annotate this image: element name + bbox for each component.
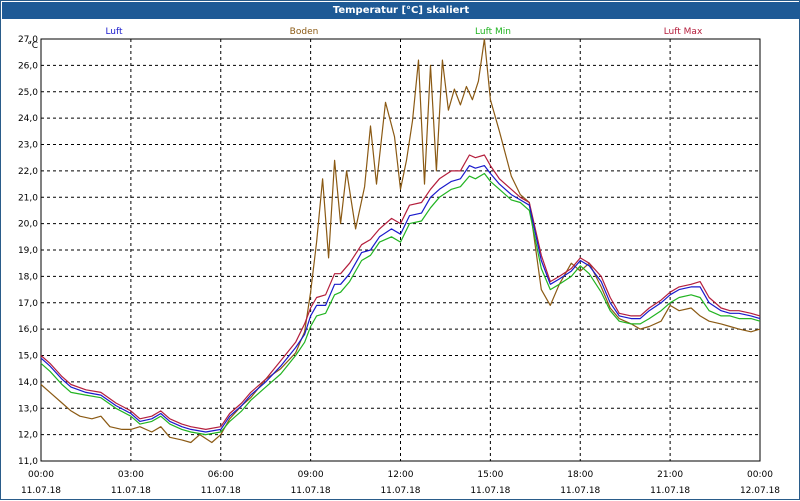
y-tick-label: 17,0 (18, 299, 38, 309)
y-tick-label: 14,0 (18, 378, 38, 388)
x-tick-label-date: 12.07.18 (740, 486, 780, 496)
y-tick-label: 26,0 (18, 61, 38, 71)
y-tick-label: 19,0 (18, 246, 38, 256)
x-tick-label-time: 03:00 (118, 470, 144, 480)
x-tick-label-time: 15:00 (477, 470, 503, 480)
y-tick-label: 11,0 (18, 457, 38, 467)
x-tick-label-date: 11.07.18 (291, 486, 331, 496)
y-tick-label: 13,0 (18, 404, 38, 414)
y-tick-label: 24,0 (18, 114, 38, 124)
x-tick-label-time: 00:00 (747, 470, 773, 480)
x-tick-label-date: 11.07.18 (111, 486, 151, 496)
y-tick-label: 22,0 (18, 167, 38, 177)
temperature-chart: 11,0 12,0 13,0 14,0 15,0 16,0 17,0 18,0 19,0 20,0… (18, 27, 780, 496)
y-tick-label: 18,0 (18, 272, 38, 282)
y-tick-label: 21,0 (18, 193, 38, 203)
x-tick-label-time: 18:00 (567, 470, 593, 480)
x-tick-label-time: 06:00 (208, 470, 234, 480)
chart-window: Temperatur [°C] skaliert 11,0 12,0 13,0 14,… (0, 0, 800, 500)
legend-entry-boden: Boden (290, 27, 319, 37)
x-tick-label-time: 09:00 (298, 470, 324, 480)
x-tick-label-date: 11.07.18 (470, 486, 510, 496)
legend-entry-luft-min: Luft Min (475, 27, 511, 37)
x-tick-label-date: 11.07.18 (201, 486, 241, 496)
y-tick-label: 23,0 (18, 141, 38, 151)
legend-entry-luft: Luft (105, 27, 123, 37)
y-tick-label: 15,0 (18, 352, 38, 362)
y-tick-label: 16,0 (18, 325, 38, 335)
y-axis-unit: °C (27, 41, 38, 51)
x-tick-label-time: 12:00 (388, 470, 414, 480)
x-tick-label-date: 11.07.18 (650, 486, 690, 496)
x-tick-label-date: 11.07.18 (21, 486, 61, 496)
x-tick-label-date: 11.07.18 (380, 486, 420, 496)
y-tick-label: 25,0 (18, 88, 38, 98)
x-tick-label-time: 21:00 (657, 470, 683, 480)
x-tick-label-date: 11.07.18 (560, 486, 600, 496)
legend-entry-luft-max: Luft Max (664, 27, 703, 37)
y-tick-label: 20,0 (18, 220, 38, 230)
y-tick-label: 12,0 (18, 431, 38, 441)
x-tick-label-time: 00:00 (28, 470, 54, 480)
